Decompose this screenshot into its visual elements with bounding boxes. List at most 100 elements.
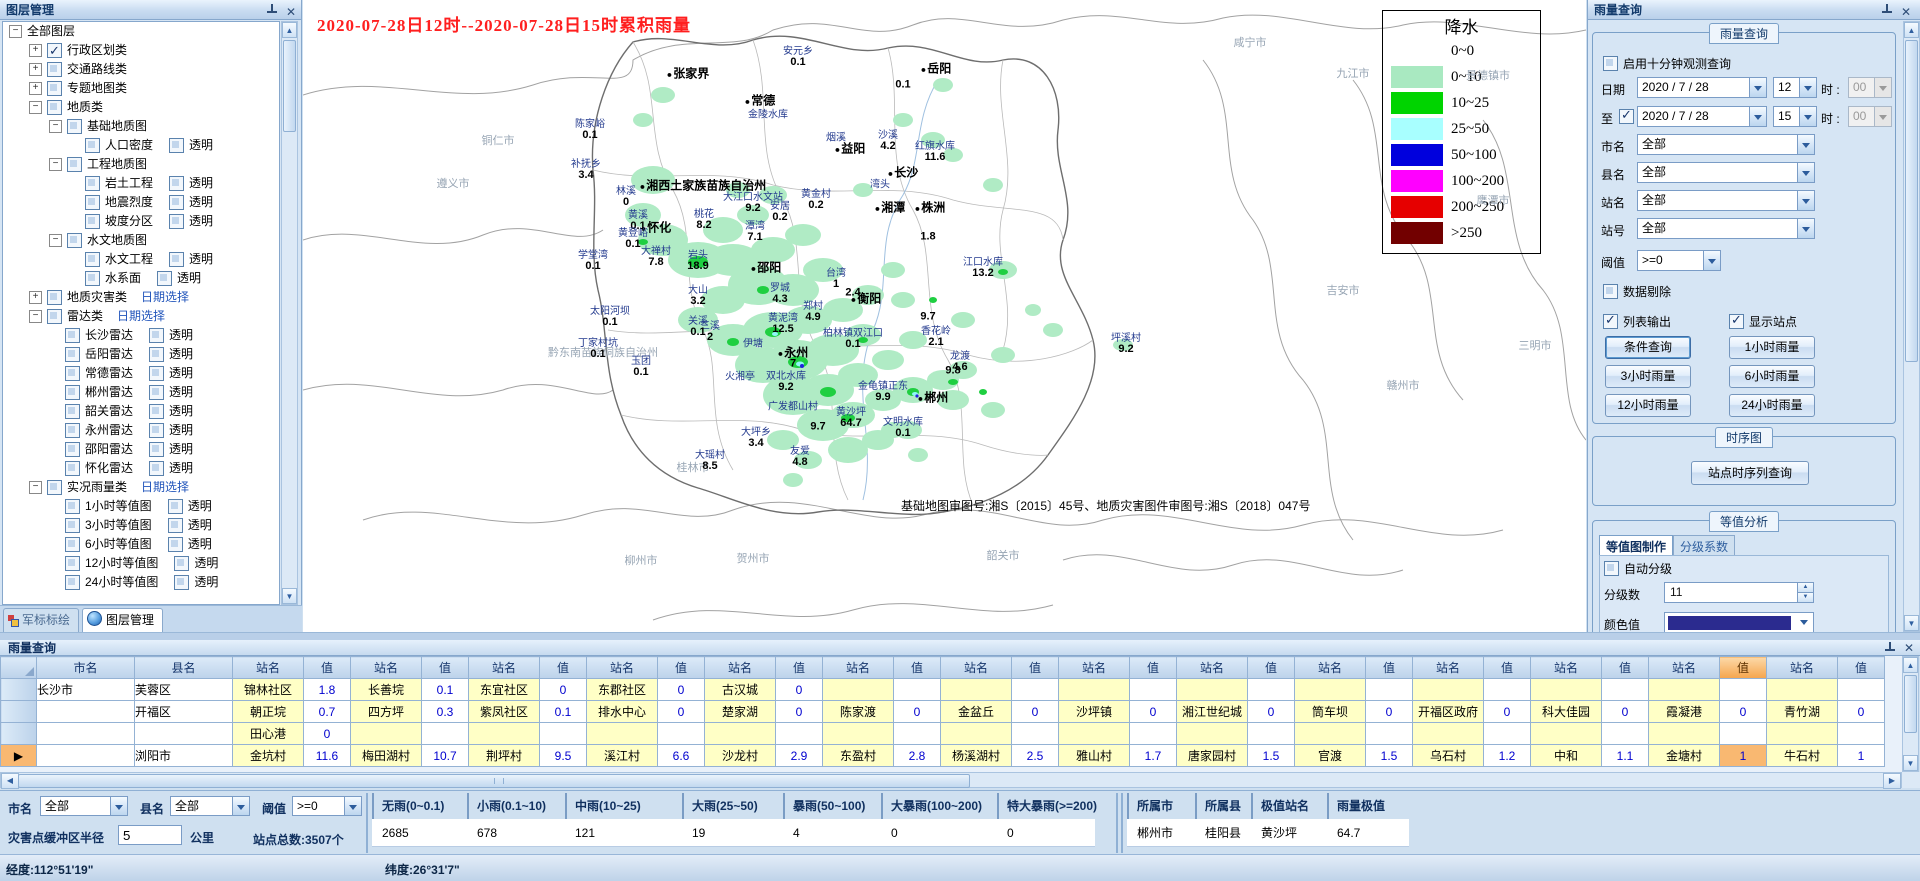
collapse-icon[interactable]: − [29, 310, 42, 323]
cell-value[interactable] [1130, 723, 1177, 745]
checkbox-icon[interactable] [65, 385, 80, 400]
cell-value[interactable]: 1.8 [304, 679, 351, 701]
checkbox-icon[interactable] [65, 442, 80, 457]
column-header-station[interactable]: 站名 [1649, 657, 1720, 679]
cell-station[interactable] [1295, 679, 1366, 701]
cell-station[interactable] [941, 679, 1012, 701]
cell-station[interactable]: 唐家园村 [1177, 745, 1248, 767]
cell-station[interactable] [1649, 679, 1720, 701]
row-selector[interactable]: ▶ [1, 745, 37, 767]
spin-down-icon[interactable]: ▼ [1797, 593, 1813, 602]
tab-isoline-make[interactable]: 等值图制作 [1599, 535, 1673, 557]
dropdown-icon[interactable] [344, 797, 361, 815]
cell-value[interactable]: 0 [304, 723, 351, 745]
checkbox-icon[interactable] [47, 100, 62, 115]
list-output-checkbox[interactable]: ✓ 列表输出 [1603, 313, 1671, 330]
cell-value[interactable] [658, 723, 705, 745]
column-header-value[interactable]: 值 [1484, 657, 1531, 679]
cell-city[interactable] [37, 701, 135, 723]
checkbox-icon[interactable] [168, 537, 183, 552]
cell-county[interactable]: 浏阳市 [135, 745, 233, 767]
column-header-value[interactable]: 值 [1720, 657, 1767, 679]
tree-item[interactable]: 24小时等值图透明 [3, 573, 279, 592]
tree-item[interactable]: 12小时等值图透明 [3, 554, 279, 573]
data-remove-checkbox[interactable]: 数据剔除 [1603, 283, 1671, 300]
cell-station[interactable] [1767, 679, 1838, 701]
checkbox-icon[interactable] [149, 404, 164, 419]
filter-city-select[interactable]: 全部 [40, 796, 128, 816]
cell-value[interactable]: 0.3 [422, 701, 469, 723]
checkbox-icon[interactable] [65, 347, 80, 362]
column-header-station[interactable]: 站名 [941, 657, 1012, 679]
dropdown-icon[interactable] [1749, 78, 1766, 97]
cell-station[interactable]: 乌石村 [1413, 745, 1484, 767]
station-select[interactable]: 全部 [1637, 190, 1815, 211]
cell-station[interactable]: 霞凝港 [1649, 701, 1720, 723]
cell-value[interactable]: 0.1 [422, 679, 469, 701]
dropdown-icon[interactable] [1797, 135, 1814, 154]
collapse-icon[interactable]: − [9, 25, 22, 38]
checkbox-icon[interactable] [65, 518, 80, 533]
checkbox-icon[interactable] [85, 195, 100, 210]
tree-item[interactable]: −工程地质图 [3, 155, 279, 174]
cell-county[interactable]: 芙蓉区 [135, 679, 233, 701]
checkbox-icon[interactable] [149, 328, 164, 343]
cell-station[interactable] [351, 723, 422, 745]
checkbox-icon[interactable] [65, 328, 80, 343]
cell-station[interactable]: 筒车坝 [1295, 701, 1366, 723]
hour-to-picker[interactable]: 15 [1773, 106, 1817, 127]
row-selector[interactable] [1, 679, 37, 701]
cell-station[interactable]: 古汉城 [705, 679, 776, 701]
cell-station[interactable]: 金盆丘 [941, 701, 1012, 723]
tree-item[interactable]: 岩土工程透明 [3, 174, 279, 193]
tree-item[interactable]: −雷达类日期选择 [3, 307, 279, 326]
cell-value[interactable] [1366, 723, 1413, 745]
cell-station[interactable]: 四方坪 [351, 701, 422, 723]
checkbox-icon[interactable] [149, 347, 164, 362]
checkbox-icon[interactable] [174, 575, 189, 590]
stationid-select[interactable]: 全部 [1637, 218, 1815, 239]
column-header-station[interactable]: 站名 [1531, 657, 1602, 679]
scroll-thumb[interactable] [1904, 675, 1917, 733]
rain-query-scrollbar[interactable]: ▲ ▼ [1903, 21, 1920, 632]
column-header-value[interactable]: 值 [1248, 657, 1295, 679]
cell-city[interactable]: 长沙市 [37, 679, 135, 701]
column-header-value[interactable]: 值 [540, 657, 587, 679]
cell-station[interactable]: 沙龙村 [705, 745, 776, 767]
cell-station[interactable] [823, 679, 894, 701]
checkbox-icon[interactable] [65, 575, 80, 590]
cell-county[interactable] [135, 723, 233, 745]
city-select[interactable]: 全部 [1637, 134, 1815, 155]
expand-icon[interactable]: + [29, 82, 42, 95]
tree-item[interactable]: 岳阳雷达透明 [3, 345, 279, 364]
cell-station[interactable]: 东宜社区 [469, 679, 540, 701]
cell-value[interactable] [1838, 679, 1885, 701]
checkbox-icon[interactable] [65, 423, 80, 438]
checkbox-icon[interactable] [168, 499, 183, 514]
dropdown-icon[interactable] [1797, 219, 1814, 238]
rain-3h-button[interactable]: 3小时雨量 [1605, 365, 1691, 388]
cell-value[interactable] [1720, 723, 1767, 745]
scroll-thumb[interactable] [18, 774, 970, 788]
threshold-select[interactable]: >=0 [1637, 250, 1721, 271]
cell-station[interactable]: 溪江村 [587, 745, 658, 767]
cell-station[interactable]: 长善垸 [351, 679, 422, 701]
expand-icon[interactable]: + [29, 44, 42, 57]
cell-station[interactable] [1295, 723, 1366, 745]
checkbox-icon[interactable] [85, 271, 100, 286]
tree-item[interactable]: 永州雷达透明 [3, 421, 279, 440]
column-header-value[interactable]: 值 [304, 657, 351, 679]
column-header-city[interactable]: 市名 [37, 657, 135, 679]
cell-station[interactable] [1177, 679, 1248, 701]
tree-item[interactable]: +交通路线类 [3, 60, 279, 79]
cell-station[interactable] [1059, 723, 1130, 745]
checkbox-icon[interactable] [149, 442, 164, 457]
cell-station[interactable] [587, 723, 658, 745]
cell-value[interactable] [1012, 679, 1059, 701]
column-header-station[interactable]: 站名 [587, 657, 658, 679]
cell-station[interactable] [469, 723, 540, 745]
cell-station[interactable] [941, 723, 1012, 745]
checkbox-icon[interactable] [65, 404, 80, 419]
checkbox-icon[interactable] [65, 537, 80, 552]
checkbox-icon[interactable] [65, 366, 80, 381]
